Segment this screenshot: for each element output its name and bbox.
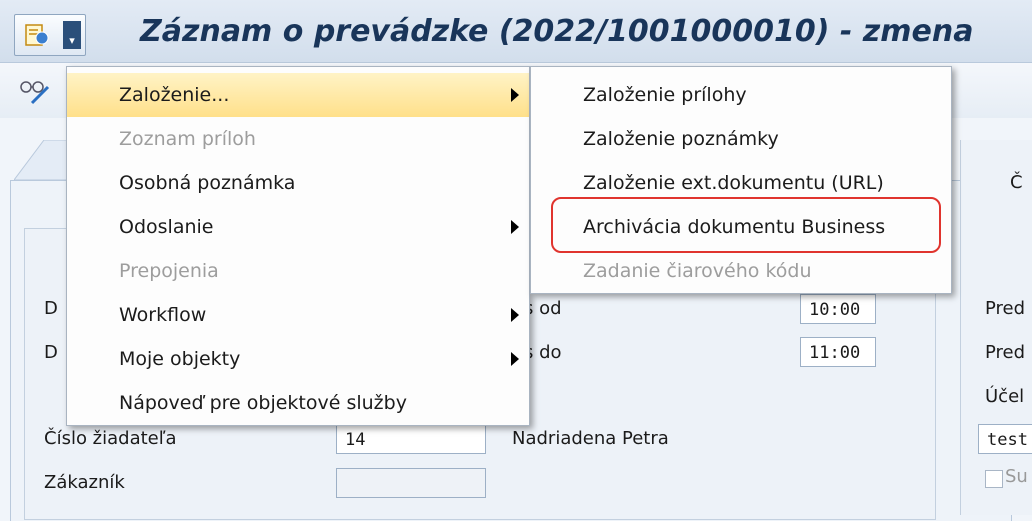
right-checkbox-label: Su: [1005, 466, 1028, 487]
menu-item-4: Prepojenia: [67, 249, 529, 293]
menu-item-5[interactable]: Workflow: [67, 293, 529, 337]
submenu-arrow-icon: [511, 220, 519, 234]
submenu-item-1[interactable]: Založenie poznámky: [531, 117, 951, 161]
menu-item-6[interactable]: Moje objekty: [67, 337, 529, 381]
menu-item-label: Workflow: [119, 304, 207, 326]
menu-item-label: Prepojenia: [119, 260, 219, 282]
tab-left[interactable]: [14, 140, 74, 180]
submenu-arrow-icon: [511, 88, 519, 102]
customer-field[interactable]: [336, 468, 486, 498]
services-for-object-button[interactable]: ▾: [14, 14, 86, 56]
menu-item-1: Zoznam príloh: [67, 117, 529, 161]
time-to-field[interactable]: 11:00: [800, 337, 876, 367]
date-from-label: D: [44, 298, 58, 319]
requester-name: Nadriadena Petra: [512, 428, 669, 449]
submenu-item-label: Založenie prílohy: [583, 84, 747, 106]
time-from-field[interactable]: 10:00: [800, 294, 876, 324]
right-label-2: Pred: [985, 342, 1026, 363]
menu-item-label: Osobná poznámka: [119, 172, 296, 194]
annotation-highlight: [551, 197, 941, 253]
create-submenu: Založenie prílohy Založenie poznámky Založ…: [530, 66, 952, 294]
menu-item-3[interactable]: Odoslanie: [67, 205, 529, 249]
services-for-object-icon: [25, 24, 49, 46]
services-menu: Založenie... Zoznam príloh Osobná poznámka…: [66, 66, 530, 426]
menu-item-label: Moje objekty: [119, 348, 241, 370]
date-to-label: D: [44, 342, 58, 363]
requester-number-field[interactable]: 14: [336, 424, 486, 454]
right-panel: [960, 140, 1032, 515]
submenu-item-label: Založenie poznámky: [583, 128, 779, 150]
title-bar: ▾ Záznam o prevádzke (2022/1001000010) -…: [0, 0, 1032, 63]
submenu-arrow-icon: [511, 352, 519, 366]
window-title: Záznam o prevádzke (2022/1001000010) - z…: [140, 14, 974, 49]
menu-item-label: Nápoveď pre objektové služby: [119, 392, 407, 414]
chevron-down-icon: ▾: [63, 21, 81, 49]
right-label-3: Účel: [985, 386, 1025, 407]
requester-number-label: Číslo žiadateľa: [44, 428, 177, 449]
menu-item-label: Odoslanie: [119, 216, 214, 238]
menu-item-7[interactable]: Nápoveď pre objektové služby: [67, 381, 529, 425]
right-checkbox[interactable]: [985, 470, 1003, 488]
purpose-field[interactable]: test: [978, 424, 1032, 454]
menu-item-2[interactable]: Osobná poznámka: [67, 161, 529, 205]
menu-item-label: Zoznam príloh: [119, 128, 256, 150]
submenu-item-0[interactable]: Založenie prílohy: [531, 73, 951, 117]
submenu-item-label: Zadanie čiarového kódu: [583, 260, 812, 282]
edit-glasses-icon[interactable]: [18, 77, 52, 105]
menu-item-label: Založenie...: [119, 84, 230, 106]
right-label-1: Pred: [985, 298, 1026, 319]
menu-item-0[interactable]: Založenie...: [67, 73, 529, 117]
submenu-arrow-icon: [511, 308, 519, 322]
right-partial-label: Č: [1010, 172, 1023, 193]
submenu-item-4: Zadanie čiarového kódu: [531, 249, 951, 293]
customer-label: Zákazník: [44, 472, 125, 493]
